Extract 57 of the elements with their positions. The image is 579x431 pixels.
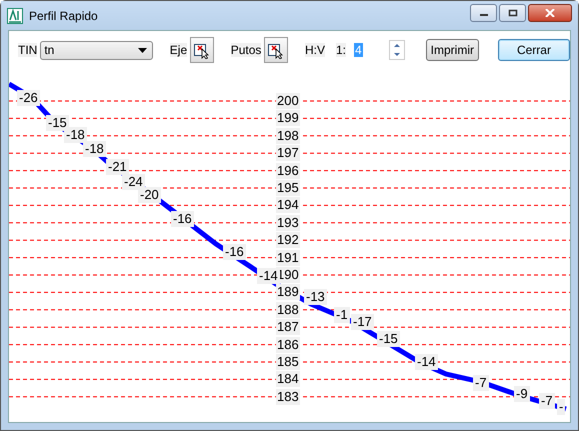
window-title: Perfil Rapido [29, 8, 99, 22]
elevation-label: 195 [276, 180, 300, 196]
elevation-label: 189 [276, 284, 300, 300]
slope-label: -15 [46, 115, 69, 131]
slope-label: -7 [473, 375, 489, 391]
elevation-label: 188 [276, 302, 300, 318]
maximize-button[interactable] [499, 4, 526, 22]
slope-label: -18 [64, 127, 87, 143]
slope-label: -14 [415, 354, 438, 370]
minimize-button[interactable] [470, 4, 497, 22]
print-button[interactable]: Imprimir [426, 39, 479, 61]
ratio-label: 1: [336, 43, 346, 57]
slope-label: -14 [257, 268, 280, 284]
elevation-label: 186 [276, 336, 300, 353]
slope-label: - [557, 399, 566, 415]
slope-label: -16 [223, 244, 246, 260]
elevation-label: 196 [276, 162, 300, 179]
close-button[interactable] [528, 4, 572, 22]
slope-label: -9 [514, 386, 530, 402]
slope-label: -18 [83, 141, 106, 157]
slope-label: -17 [351, 314, 374, 330]
maximize-icon [508, 8, 518, 16]
spin-control[interactable] [388, 40, 405, 60]
slope-label: -1 [334, 307, 350, 323]
elevation-label: 193 [276, 214, 300, 231]
pick-button[interactable] [264, 37, 288, 63]
slope-label: -21 [106, 159, 129, 175]
slope-label: -20 [138, 187, 161, 203]
slope-label: -16 [171, 211, 194, 227]
elevation-label: 184 [276, 371, 300, 388]
elevation-label: 198 [276, 128, 300, 144]
hv-label: H:V [304, 43, 325, 57]
puntos-label: Putos [230, 43, 262, 57]
app-icon [7, 8, 23, 24]
slope-label: -15 [377, 331, 400, 347]
elevation-label: 194 [276, 197, 300, 214]
slope-label: -24 [122, 174, 145, 190]
elevation-label: 200 [276, 93, 300, 109]
close-dialog-button[interactable]: Cerrar [498, 39, 570, 61]
elevation-label: 183 [276, 388, 300, 405]
elevation-label: 191 [276, 250, 300, 266]
elevation-label: 197 [276, 145, 300, 162]
elevation-label: 192 [276, 232, 300, 248]
elevation-label: 185 [276, 354, 300, 370]
elevation-label: 187 [276, 319, 300, 336]
elevation-label: 199 [276, 110, 300, 126]
pick-cursor-icon [192, 41, 211, 59]
tin-dropdown[interactable]: tn [40, 40, 153, 60]
close-icon [545, 8, 555, 16]
pick-button[interactable] [190, 37, 214, 63]
pick-cursor-icon [267, 41, 286, 59]
eje-label: Eje [170, 43, 188, 57]
tin-label: TIN [18, 43, 38, 57]
caret-icon [138, 48, 147, 52]
slope-label: -26 [17, 90, 40, 106]
slope-label: -7 [539, 393, 555, 409]
slope-label: -13 [304, 289, 327, 305]
